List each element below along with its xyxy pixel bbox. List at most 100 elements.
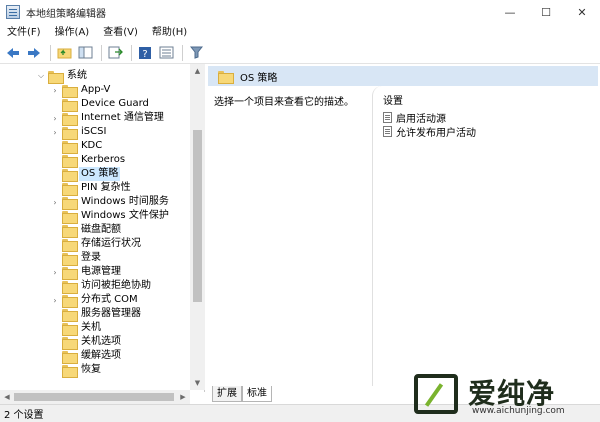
scrollbar-thumb[interactable] [14,393,174,401]
export-icon[interactable] [106,44,124,62]
tree-item[interactable]: Windows 文件保护 [50,209,171,224]
chevron-right-icon[interactable]: › [50,111,60,125]
back-icon[interactable] [4,44,22,62]
folder-icon [62,350,78,364]
folder-icon [62,266,78,280]
toolbar-separator [50,44,51,61]
chevron-right-icon[interactable]: › [50,265,60,279]
folder-icon [62,210,78,224]
folder-icon [62,252,78,266]
folder-icon [218,70,234,84]
tree-item[interactable]: 磁盘配额 [50,223,123,238]
chevron-right-icon[interactable]: › [50,195,60,209]
setting-item[interactable]: 允许发布用户活动 [383,124,476,139]
tree-item[interactable]: 恢复 [50,363,103,378]
folder-icon [62,196,78,210]
tree-item[interactable]: › iSCSI [50,125,108,140]
folder-icon [62,280,78,294]
tree-item[interactable]: KDC [50,139,104,154]
toolbar: ? [0,42,600,64]
tree-item[interactable]: 缓解选项 [50,349,123,364]
folder-icon [62,336,78,350]
folder-icon [62,182,78,196]
menu-help[interactable]: 帮助(H) [145,24,194,42]
help-icon[interactable]: ? [136,44,154,62]
scroll-right-icon[interactable]: ▶ [176,390,190,404]
title-bar: 本地组策略编辑器 — ☐ ✕ [0,0,600,24]
tree-item[interactable]: 关机选项 [50,335,123,350]
menu-bar: 文件(F) 操作(A) 查看(V) 帮助(H) [0,24,600,42]
tree-item[interactable]: 关机 [50,321,103,336]
window-title: 本地组策略编辑器 [26,8,106,20]
chevron-right-icon[interactable]: › [50,83,60,97]
folder-icon [62,140,78,154]
tree-item[interactable]: › 分布式 COM [50,293,140,308]
close-button[interactable]: ✕ [564,0,600,24]
watermark-url: www.aichunjing.com [472,406,565,416]
tree-horizontal-scrollbar[interactable]: ◀ ▶ [0,390,190,404]
policy-setting-icon [383,126,392,137]
settings-column-header[interactable]: 设置 [383,92,403,107]
chevron-down-icon[interactable]: ⌵ [36,69,46,83]
properties-icon[interactable] [157,44,175,62]
tree-item[interactable]: › Windows 时间服务 [50,195,171,210]
folder-icon [62,168,78,182]
setting-label: 允许发布用户活动 [396,128,476,139]
show-tree-icon[interactable] [76,44,94,62]
minimize-button[interactable]: — [492,0,528,24]
folder-icon [62,238,78,252]
tree-item[interactable]: › App-V [50,83,112,98]
watermark: 爱纯净 www.aichunjing.com [408,370,598,420]
tree-item-system[interactable]: ⌵ 系统 [36,69,89,84]
folder-icon [62,98,78,112]
folder-icon [62,224,78,238]
toolbar-separator [131,44,132,61]
folder-icon [62,154,78,168]
setting-label: 启用活动源 [396,114,446,125]
up-folder-icon[interactable] [55,44,73,62]
policy-tree[interactable]: ⌵ 系统 › App-V Device Guard › Internet 通信管… [0,64,205,392]
tab-extended[interactable]: 扩展 [212,386,242,402]
filter-icon[interactable] [187,44,205,62]
folder-icon [62,126,78,140]
menu-action[interactable]: 操作(A) [48,24,97,42]
scroll-up-icon[interactable]: ▲ [190,64,205,78]
menu-file[interactable]: 文件(F) [0,24,48,42]
chevron-right-icon[interactable]: › [50,125,60,139]
scrollbar-thumb[interactable] [193,130,202,302]
tree-item[interactable]: › Internet 通信管理 [50,111,166,126]
tree-item[interactable]: 服务器管理器 [50,307,143,322]
folder-icon [62,294,78,308]
svg-text:?: ? [142,49,147,60]
folder-icon [62,364,78,378]
tree-item[interactable]: 访问被拒绝协助 [50,279,153,294]
menu-view[interactable]: 查看(V) [96,24,145,42]
folder-icon [62,308,78,322]
scroll-left-icon[interactable]: ◀ [0,390,14,404]
folder-icon [48,70,64,84]
tree-vertical-scrollbar[interactable]: ▲ ▼ [190,64,205,390]
watermark-logo-icon [414,374,458,414]
tree-item-selected[interactable]: OS 策略 [50,167,121,182]
tree-item[interactable]: 登录 [50,251,103,266]
toolbar-separator [182,44,183,61]
scroll-down-icon[interactable]: ▼ [190,376,205,390]
description-text: 选择一个项目来查看它的描述。 [214,97,354,108]
toolbar-separator [101,44,102,61]
folder-icon [62,112,78,126]
folder-icon [62,84,78,98]
maximize-button[interactable]: ☐ [528,0,564,24]
details-title: OS 策略 [240,72,278,84]
setting-item[interactable]: 启用活动源 [383,110,446,125]
tree-item[interactable]: Kerberos [50,153,127,168]
tree-item[interactable]: PIN 复杂性 [50,181,133,196]
tab-standard[interactable]: 标准 [242,386,272,402]
chevron-right-icon[interactable]: › [50,293,60,307]
forward-icon[interactable] [25,44,43,62]
tree-item[interactable]: Device Guard [50,97,151,112]
tree-item[interactable]: 存储运行状况 [50,237,143,252]
status-text: 2 个设置 [4,410,44,421]
app-icon [6,5,20,19]
tree-item[interactable]: › 电源管理 [50,265,123,280]
folder-icon [62,322,78,336]
